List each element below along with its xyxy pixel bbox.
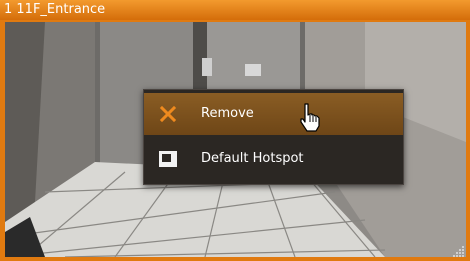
context-menu: Remove Default Hotspot [143,89,404,185]
close-x-icon [159,105,177,123]
menu-item-default-hotspot-label: Default Hotspot [201,151,304,166]
menu-item-default-hotspot[interactable]: Default Hotspot [144,138,403,180]
resize-grip-icon[interactable] [451,244,465,258]
camera-view-window[interactable]: 1 11F_Entrance Remove Default Hotspot [0,0,470,261]
menu-item-remove-label: Remove [201,106,254,121]
hotspot-icon [159,151,177,167]
menu-item-remove[interactable]: Remove [144,93,403,135]
hand-pointer-cursor-icon [300,103,320,132]
camera-title-bar[interactable]: 1 11F_Entrance [0,0,470,20]
camera-title: 1 11F_Entrance [4,2,106,17]
